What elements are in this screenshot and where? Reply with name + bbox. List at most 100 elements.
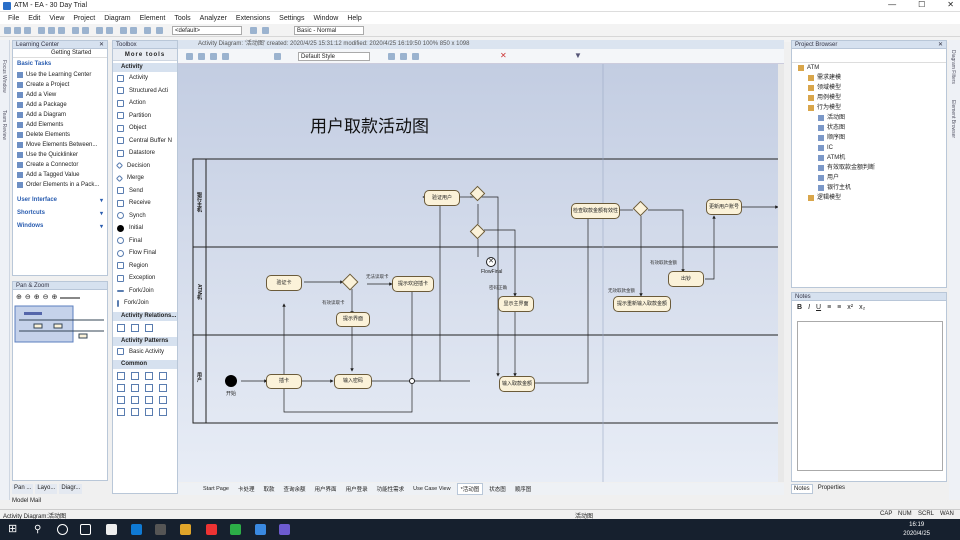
diagram-size-icon[interactable] (412, 53, 419, 60)
numbered-list-icon[interactable]: ≡ (837, 304, 841, 311)
tab-user-interface[interactable]: 用户界面 (312, 484, 340, 494)
toolbox-item[interactable]: Datastore (113, 147, 177, 160)
diagram-align-icon[interactable] (388, 53, 395, 60)
underline-icon[interactable]: U (816, 304, 821, 311)
chart-icon[interactable] (131, 396, 139, 404)
legend-icon[interactable] (159, 372, 167, 380)
new-icon[interactable] (4, 27, 11, 34)
ea-icon[interactable] (279, 524, 290, 535)
toolbox-item[interactable]: Decision (113, 160, 177, 173)
subscript-icon[interactable]: x₂ (859, 304, 865, 311)
toolbox-item[interactable]: Region (113, 260, 177, 273)
merge-node[interactable] (409, 378, 415, 384)
tab-properties[interactable]: Properties (816, 484, 847, 494)
diagram-thumbnail[interactable] (14, 304, 108, 344)
bold-icon[interactable]: B (797, 304, 802, 311)
wechat-icon[interactable] (230, 524, 241, 535)
menu-file[interactable]: File (8, 15, 19, 22)
explorer-icon[interactable] (180, 524, 191, 535)
toolbox-item[interactable]: Action (113, 97, 177, 110)
copy-icon[interactable] (48, 27, 55, 34)
list-item[interactable]: Add a Diagram (13, 110, 107, 120)
zoom-in-icon[interactable]: ⊕ (16, 293, 22, 301)
issue-icon[interactable] (159, 396, 167, 404)
list-item[interactable]: Create a Connector (13, 160, 107, 170)
hyperlink-icon[interactable] (145, 384, 153, 392)
user-interface-section[interactable]: User Interface ▾ (13, 194, 107, 207)
toolbox-item[interactable]: Basic Activity (113, 346, 177, 359)
action-reinput-amount[interactable]: 提示重新输入取款金额 (613, 296, 671, 312)
activity-relations-section-header[interactable]: Activity Relations... (113, 311, 177, 321)
activity-section-header[interactable]: Activity (113, 63, 177, 72)
diagram-copy-style-icon[interactable] (274, 53, 281, 60)
cortana-icon[interactable] (57, 524, 68, 535)
toolbox-item[interactable]: Final (113, 235, 177, 248)
print-icon[interactable] (106, 27, 113, 34)
italic-icon[interactable]: I (808, 304, 810, 311)
tab-query-balance[interactable]: 查询余额 (281, 484, 309, 494)
toolbox-item[interactable]: Fork/Join (113, 297, 177, 310)
action-update-account[interactable]: 更新用户账号 (706, 199, 742, 215)
action-check-amount[interactable]: 检查取款金额有效性 (571, 203, 620, 219)
app-icon-red[interactable] (206, 524, 217, 535)
menu-extensions[interactable]: Extensions (236, 15, 270, 22)
list-item[interactable]: Delete Elements (13, 130, 107, 140)
diagram-fill-icon[interactable] (210, 53, 217, 60)
list-item[interactable]: Create a Project (13, 80, 107, 90)
toolbox-item[interactable]: Object (113, 122, 177, 135)
tab-notes[interactable]: Notes (791, 484, 813, 494)
layout-preset-icon[interactable] (262, 27, 269, 34)
trace-icon[interactable] (131, 408, 139, 416)
task-view-icon[interactable] (80, 524, 91, 535)
model-mail-tab[interactable]: Model Mail (12, 498, 41, 504)
open-icon[interactable] (14, 27, 21, 34)
action-show-message[interactable]: 提示界面 (336, 312, 370, 327)
action-validate-card[interactable]: 验证卡 (266, 275, 302, 291)
menu-tools[interactable]: Tools (174, 15, 190, 22)
zoom-100-icon[interactable]: ⊖ (43, 293, 49, 301)
tree-item[interactable]: ATM (792, 63, 946, 73)
tab-pan-zoom[interactable]: Pan ... (12, 484, 34, 494)
list-item[interactable]: Add a Package (13, 100, 107, 110)
diagram-line-icon[interactable] (222, 53, 229, 60)
help-icon[interactable] (156, 27, 163, 34)
perspective-combo[interactable]: <default> (172, 26, 242, 35)
notepad-icon[interactable] (106, 524, 117, 535)
shortcuts-section[interactable]: Shortcuts ▾ (13, 207, 107, 220)
dependency-icon[interactable] (117, 408, 125, 416)
paste-icon[interactable] (58, 27, 65, 34)
initial-node[interactable] (225, 375, 237, 387)
tree-item[interactable]: 银行主机 (792, 183, 946, 193)
store-icon[interactable] (155, 524, 166, 535)
tree-item[interactable]: 顺序图 (792, 133, 946, 143)
basic-tasks-section[interactable]: Basic Tasks (13, 58, 107, 70)
diagram-vertical-scrollbar[interactable] (778, 64, 784, 482)
workspace-icon[interactable] (250, 27, 257, 34)
flow-final-node[interactable]: ✕ (486, 257, 496, 267)
zoom-out-icon[interactable]: ⊖ (25, 293, 31, 301)
diagram-select-icon[interactable] (186, 53, 193, 60)
tab-withdraw[interactable]: 取款 (261, 484, 278, 494)
toolbox-item[interactable]: Fork/Join (113, 285, 177, 298)
toolbox-item[interactable]: Receive (113, 197, 177, 210)
tab-user-login[interactable]: 用户登录 (343, 484, 371, 494)
app-icon-blue[interactable] (255, 524, 266, 535)
close-icon[interactable]: ✕ (938, 41, 943, 49)
toolbox-item[interactable]: Partition (113, 110, 177, 123)
menu-edit[interactable]: Edit (28, 15, 40, 22)
interrupt-flow-icon[interactable] (145, 323, 153, 332)
tree-item[interactable]: 用户 (792, 173, 946, 183)
menu-settings[interactable]: Settings (279, 15, 304, 22)
notelink-icon[interactable] (145, 408, 153, 416)
search-icon[interactable]: ⚲ (34, 524, 45, 535)
menu-help[interactable]: Help (347, 15, 361, 22)
action-show-main[interactable]: 显示主界面 (498, 296, 534, 312)
list-item[interactable]: Add a Tagged Value (13, 170, 107, 180)
tab-state-diagram[interactable]: 状态图 (486, 484, 509, 494)
layout-icon[interactable] (130, 27, 137, 34)
diagram-font-icon[interactable] (198, 53, 205, 60)
list-item[interactable]: Move Elements Between... (13, 140, 107, 150)
diagram-canvas[interactable]: 用户取款活动图 银行主机 ATM机 用户 开始 插卡 验证卡 提示欢迎插卡 提示… (178, 64, 778, 482)
toolbox-item[interactable]: Synch (113, 210, 177, 223)
diagram-distribute-icon[interactable] (400, 53, 407, 60)
